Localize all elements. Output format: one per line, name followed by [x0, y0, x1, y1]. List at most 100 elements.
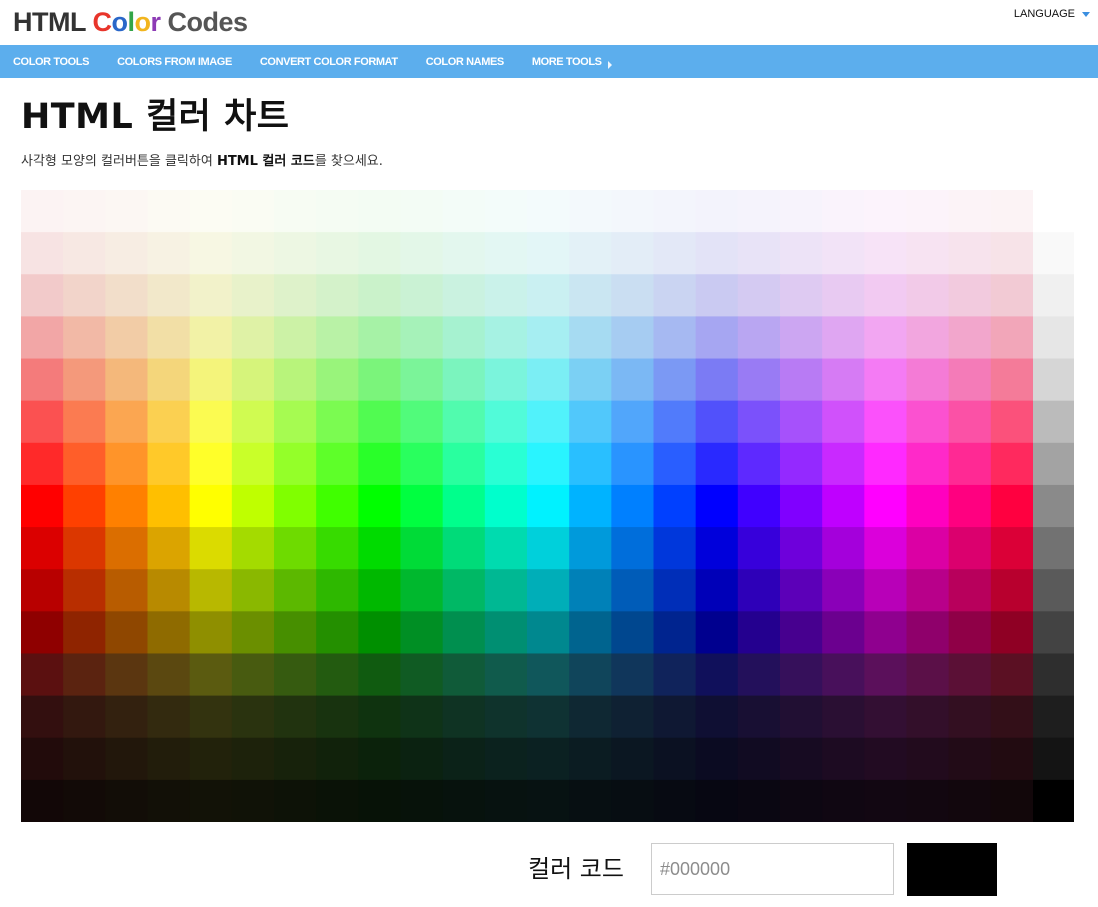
color-code-input[interactable]: [651, 843, 894, 895]
color-cell[interactable]: [822, 274, 865, 317]
color-cell[interactable]: [400, 190, 444, 233]
color-cell[interactable]: [147, 232, 191, 275]
color-cell[interactable]: [695, 274, 739, 317]
color-cell[interactable]: [906, 653, 950, 697]
color-cell[interactable]: [21, 569, 64, 612]
color-cell[interactable]: [1033, 190, 1074, 233]
color-cell[interactable]: [147, 737, 191, 781]
color-cell[interactable]: [21, 484, 64, 528]
color-cell[interactable]: [864, 190, 908, 233]
color-cell[interactable]: [1033, 653, 1074, 697]
color-cell[interactable]: [316, 442, 359, 486]
color-cell[interactable]: [611, 190, 655, 233]
color-cell[interactable]: [653, 316, 697, 360]
color-cell[interactable]: [569, 358, 612, 402]
color-cell[interactable]: [63, 400, 106, 444]
color-cell[interactable]: [822, 484, 865, 528]
color-cell[interactable]: [274, 569, 317, 612]
color-cell[interactable]: [274, 695, 317, 739]
color-cell[interactable]: [400, 358, 444, 402]
color-cell[interactable]: [695, 569, 739, 612]
color-cell[interactable]: [737, 442, 781, 486]
color-cell[interactable]: [737, 400, 781, 444]
color-cell[interactable]: [105, 232, 149, 275]
color-cell[interactable]: [864, 274, 908, 317]
color-cell[interactable]: [1033, 779, 1074, 822]
color-cell[interactable]: [527, 316, 570, 360]
color-cell[interactable]: [1033, 316, 1074, 360]
color-cell[interactable]: [611, 274, 655, 317]
color-cell[interactable]: [147, 274, 191, 317]
color-cell[interactable]: [737, 653, 781, 697]
color-cell[interactable]: [780, 737, 823, 781]
color-cell[interactable]: [400, 442, 444, 486]
color-cell[interactable]: [780, 400, 823, 444]
color-cell[interactable]: [316, 527, 359, 570]
color-cell[interactable]: [822, 190, 865, 233]
color-cell[interactable]: [737, 316, 781, 360]
color-cell[interactable]: [695, 442, 739, 486]
color-cell[interactable]: [695, 653, 739, 697]
color-cell[interactable]: [611, 611, 655, 655]
color-cell[interactable]: [948, 358, 992, 402]
color-cell[interactable]: [1033, 274, 1074, 317]
color-cell[interactable]: [105, 190, 149, 233]
color-cell[interactable]: [274, 232, 317, 275]
color-cell[interactable]: [906, 569, 950, 612]
color-cell[interactable]: [21, 653, 64, 697]
color-cell[interactable]: [611, 232, 655, 275]
color-cell[interactable]: [527, 569, 570, 612]
color-cell[interactable]: [484, 316, 528, 360]
color-cell[interactable]: [21, 358, 64, 402]
color-cell[interactable]: [316, 358, 359, 402]
color-cell[interactable]: [527, 695, 570, 739]
color-cell[interactable]: [695, 190, 739, 233]
color-cell[interactable]: [990, 779, 1034, 822]
color-cell[interactable]: [189, 274, 233, 317]
color-cell[interactable]: [274, 442, 317, 486]
color-cell[interactable]: [527, 358, 570, 402]
color-cell[interactable]: [189, 316, 233, 360]
color-cell[interactable]: [484, 274, 528, 317]
color-cell[interactable]: [316, 400, 359, 444]
color-cell[interactable]: [527, 737, 570, 781]
color-cell[interactable]: [906, 274, 950, 317]
color-cell[interactable]: [906, 400, 950, 444]
color-cell[interactable]: [484, 442, 528, 486]
color-cell[interactable]: [484, 358, 528, 402]
color-cell[interactable]: [484, 400, 528, 444]
color-cell[interactable]: [400, 274, 444, 317]
color-cell[interactable]: [864, 569, 908, 612]
color-cell[interactable]: [442, 779, 486, 822]
color-cell[interactable]: [695, 527, 739, 570]
color-cell[interactable]: [653, 190, 697, 233]
color-cell[interactable]: [484, 653, 528, 697]
color-cell[interactable]: [611, 316, 655, 360]
color-cell[interactable]: [1033, 232, 1074, 275]
color-cell[interactable]: [63, 695, 106, 739]
color-cell[interactable]: [611, 484, 655, 528]
color-cell[interactable]: [653, 527, 697, 570]
color-cell[interactable]: [231, 653, 275, 697]
color-cell[interactable]: [21, 316, 64, 360]
color-cell[interactable]: [442, 569, 486, 612]
color-cell[interactable]: [569, 611, 612, 655]
color-cell[interactable]: [274, 653, 317, 697]
color-cell[interactable]: [400, 316, 444, 360]
color-cell[interactable]: [695, 316, 739, 360]
color-cell[interactable]: [484, 484, 528, 528]
color-cell[interactable]: [63, 316, 106, 360]
color-cell[interactable]: [611, 358, 655, 402]
color-cell[interactable]: [484, 190, 528, 233]
color-cell[interactable]: [484, 569, 528, 612]
color-cell[interactable]: [400, 527, 444, 570]
color-cell[interactable]: [274, 611, 317, 655]
color-cell[interactable]: [189, 569, 233, 612]
color-cell[interactable]: [780, 316, 823, 360]
color-cell[interactable]: [147, 442, 191, 486]
color-cell[interactable]: [442, 737, 486, 781]
color-cell[interactable]: [442, 400, 486, 444]
nav-item-more-tools[interactable]: MORE TOOLS: [532, 55, 612, 69]
color-cell[interactable]: [274, 400, 317, 444]
color-cell[interactable]: [358, 527, 402, 570]
